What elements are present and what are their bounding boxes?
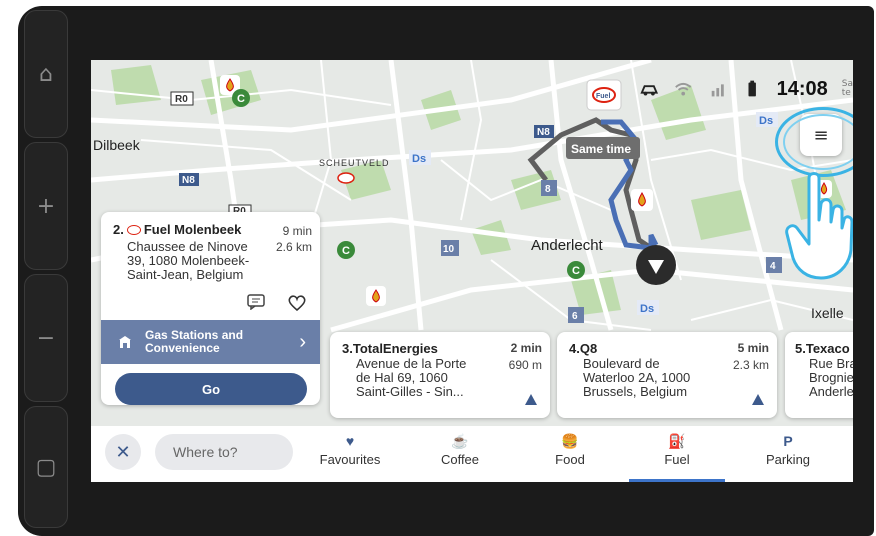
signal-icon [711,84,724,97]
station-card-title: 4.Q8 [569,341,598,356]
tap-highlight-ring-inner [783,114,853,170]
route-shield-6: 6 [572,311,578,322]
category-label: Coffee [440,452,480,467]
wifi-icon [675,82,692,96]
station-card-title: 5.Texaco [795,341,850,356]
svg-text:C: C [342,245,350,257]
volume-down-button[interactable]: − [24,274,68,402]
volume-up-button[interactable]: + [24,142,68,270]
fuel-icon: ⛽ [668,432,686,449]
card-station-name: Fuel Molenbeek [143,222,242,237]
favourite-heart-icon[interactable] [287,294,307,312]
hardware-button-strip: ⌂ + − ▢ [20,8,68,532]
svg-text:C: C [572,265,580,277]
food-icon: 🍔 [561,432,579,449]
fuel-brand-pin: Fuel [596,93,610,100]
heart-icon: ♥ [345,433,355,449]
close-button[interactable]: ✕ [105,434,141,470]
message-icon[interactable] [247,294,265,310]
category-label: Food [555,452,585,467]
road-label-n8-west: N8 [182,175,195,186]
category-food[interactable]: 🍔 Food [525,430,615,478]
direction-arrow-icon [752,394,764,405]
category-label: Gas Stations and Convenience [145,328,244,355]
poi-ds-3: Ds [640,303,654,315]
direction-arrow-icon [525,394,537,405]
car-connect-icon [640,85,659,96]
station-card-distance: 690 m [508,358,542,372]
station-card-address: Rue Bra Brogniez Anderle [809,356,853,399]
route-shield-4: 4 [770,261,776,272]
poi-ds-1: Ds [412,153,426,165]
category-favourites[interactable]: ♥ Favourites [305,430,395,478]
clock-suffix: Sa te [841,79,853,98]
place-label-dilbeek: Dilbeek [93,137,141,153]
route-shield-10: 10 [443,244,455,255]
category-fuel[interactable]: ⛽ Fuel [632,430,722,478]
bottom-bar: ✕ Where to? ♥ Favourites ☕ Coffee 🍔 Food… [91,426,853,482]
battery-icon [748,80,757,97]
status-bar: 14:08 Sa te [639,74,853,104]
go-button[interactable]: Go [115,373,307,405]
station-card-duration: 2 min [510,341,542,355]
home-icon: ⌂ [39,61,53,87]
route-shield-8: 8 [545,184,551,195]
station-card-address: Avenue de la Porte de Hal 69, 1060 Saint… [356,356,467,399]
fuel-brand-icon [126,224,141,235]
card-address: Chaussee de Ninove 39, 1080 Molenbeek- S… [127,239,250,282]
card-distance: 2.6 km [275,240,312,254]
store-icon [119,336,131,348]
recent-apps-button[interactable]: ▢ [24,406,68,528]
poi-ds-2: Ds [759,115,773,127]
plus-icon: + [36,193,56,219]
pointing-hand-icon [785,172,853,280]
square-icon: ▢ [35,454,57,480]
coffee-icon: ☕ [451,432,469,449]
place-label-scheutveld: SCHEUTVELD [319,158,390,168]
road-label-r0: R0 [175,94,188,105]
station-card-distance: 2.3 km [732,358,769,372]
category-parking[interactable]: P Parking [743,430,833,478]
route-tooltip: Same time [571,142,631,156]
category-label: Favourites [319,452,381,467]
place-label-anderlecht: Anderlecht [531,237,604,254]
category-label: Parking [765,452,811,467]
road-label-n8-east: N8 [537,127,550,138]
selected-tab-indicator [629,479,725,482]
home-button[interactable]: ⌂ [24,10,68,138]
station-card-duration: 5 min [737,341,769,355]
station-card-3[interactable]: 3.TotalEnergies 2 min 690 m Avenue de la… [330,332,550,418]
station-card-4[interactable]: 4.Q8 5 min 2.3 km Boulevard de Waterloo … [557,332,777,418]
parking-icon: P [783,433,793,449]
card-index: 2. [113,222,124,237]
category-bar[interactable]: Gas Stations and Convenience › [101,320,320,364]
station-card-title: 3.TotalEnergies [342,341,438,356]
svg-text:C: C [237,93,245,105]
category-coffee[interactable]: ☕ Coffee [415,430,505,478]
category-label: Fuel [664,452,690,467]
chevron-right-icon: › [299,330,306,353]
minus-icon: − [36,325,56,351]
card-duration: 9 min [282,224,312,238]
station-card-5[interactable]: 5.Texaco Rue Bra Brogniez Anderle [785,332,853,418]
clock: 14:08 [776,77,828,100]
search-input[interactable]: Where to? [155,434,293,470]
station-card-address: Boulevard de Waterloo 2A, 1000 Brussels,… [583,356,691,399]
infotainment-screen: R0 N8 N8 R0 8 10 6 4 Ds Ds Ds [91,60,853,482]
card-title-row: 2. Fuel Molenbeek [113,222,241,237]
place-label-ixelles: Ixelle [811,305,844,321]
